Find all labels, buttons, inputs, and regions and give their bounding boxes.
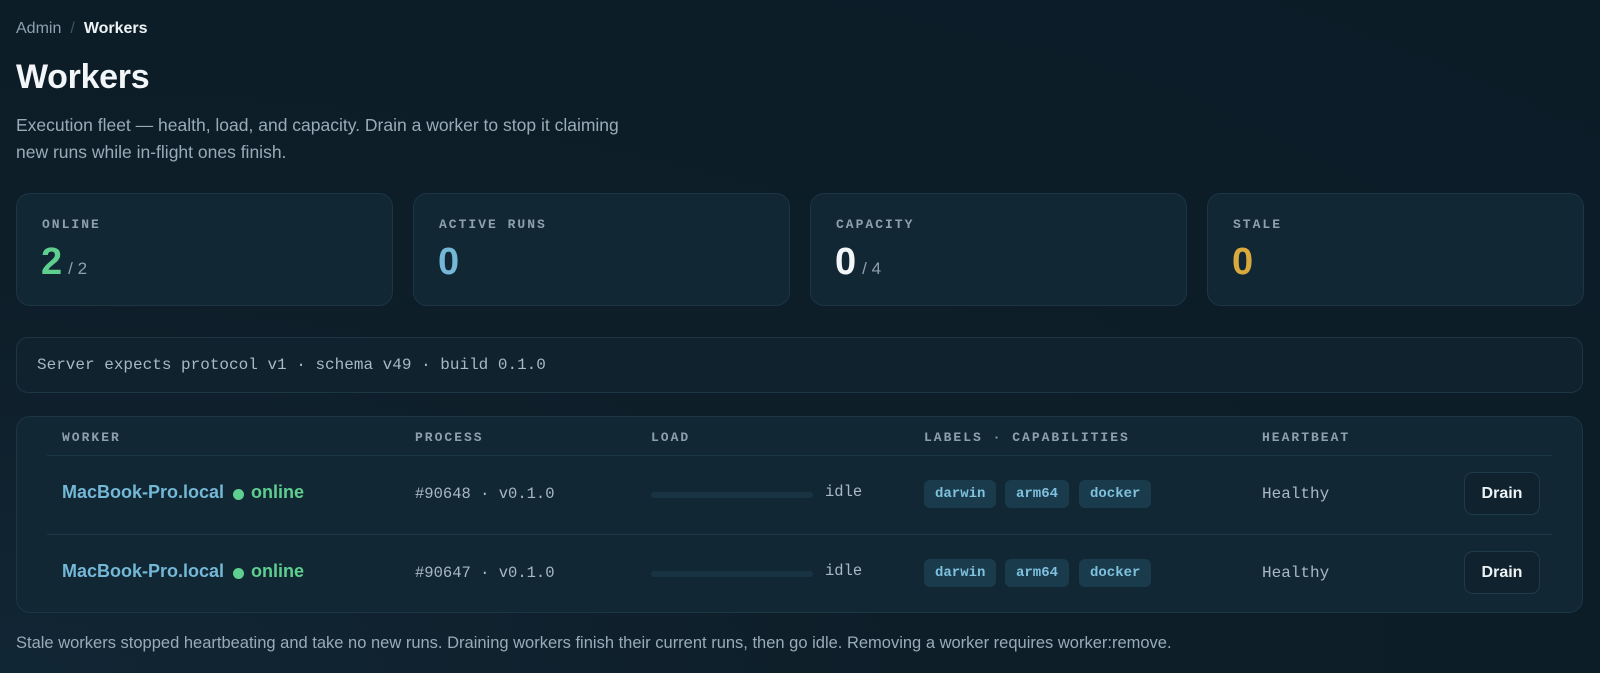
stat-card-online: ONLINE 2 / 2 (16, 193, 393, 306)
stat-value-number: 0 (1232, 241, 1254, 283)
status-online-dot-icon (233, 489, 244, 500)
capability-tag: arm64 (1005, 480, 1070, 508)
stat-label: STALE (1233, 217, 1283, 232)
stat-value-number: 0 (438, 241, 460, 283)
column-header-worker: WORKER (62, 430, 121, 445)
breadcrumb-separator: / (70, 20, 75, 37)
stat-card-active-runs: ACTIVE RUNS 0 (413, 193, 790, 306)
workers-table: WORKER PROCESS LOAD LABELS · CAPABILITIE… (16, 416, 1583, 613)
stat-label: ACTIVE RUNS (439, 217, 547, 232)
drain-button[interactable]: Drain (1464, 472, 1540, 515)
table-row: MacBook-Pro.local online #90647 · v0.1.0… (17, 535, 1582, 613)
drain-button[interactable]: Drain (1464, 551, 1540, 594)
page-subtitle: Execution fleet — health, load, and capa… (16, 115, 619, 162)
column-header-labels: LABELS · CAPABILITIES (924, 430, 1130, 445)
load-text: idle (825, 562, 863, 580)
capability-tag: darwin (924, 559, 997, 587)
capability-tag: darwin (924, 480, 997, 508)
process-info: #90648 · v0.1.0 (415, 485, 555, 503)
load-bar (651, 492, 813, 498)
stat-value: 0 (438, 242, 459, 282)
footer-note: Stale workers stopped heartbeating and t… (16, 634, 1172, 652)
load-bar (651, 571, 813, 577)
server-protocol-info: Server expects protocol v1 · schema v49 … (16, 337, 1583, 393)
stat-value: 0 / 4 (835, 242, 881, 289)
column-header-load: LOAD (651, 430, 691, 445)
status-badge: online (251, 482, 304, 502)
breadcrumb-admin-link[interactable]: Admin (16, 20, 61, 38)
stat-value-number: 2 (41, 241, 63, 283)
stat-value: 0 (1232, 242, 1253, 282)
stat-card-capacity: CAPACITY 0 / 4 (810, 193, 1187, 306)
status-online-dot-icon (233, 568, 244, 579)
capability-tag: arm64 (1005, 559, 1070, 587)
stat-value-total: / 2 (68, 259, 88, 278)
process-info: #90647 · v0.1.0 (415, 564, 555, 582)
capability-tag: docker (1079, 559, 1152, 587)
stat-label: CAPACITY (836, 217, 915, 232)
worker-name-link[interactable]: MacBook-Pro.local (62, 561, 224, 582)
load-text: idle (825, 483, 863, 501)
heartbeat-status: Healthy (1262, 564, 1330, 582)
breadcrumb-current: Workers (83, 20, 148, 37)
column-header-heartbeat: HEARTBEAT (1262, 430, 1351, 445)
worker-name-link[interactable]: MacBook-Pro.local (62, 482, 224, 503)
stat-value-number: 0 (835, 241, 857, 283)
stat-value: 2 / 2 (41, 242, 87, 289)
stat-card-stale: STALE 0 (1207, 193, 1584, 306)
page-title: Workers (16, 58, 150, 96)
heartbeat-status: Healthy (1262, 485, 1330, 503)
table-row: MacBook-Pro.local online #90648 · v0.1.0… (17, 456, 1582, 534)
breadcrumb: Admin / Workers (16, 20, 148, 38)
column-header-process: PROCESS (415, 430, 484, 445)
status-badge: online (251, 561, 304, 581)
stat-label: ONLINE (42, 217, 101, 232)
stat-value-total: / 4 (862, 259, 882, 278)
capability-tag: docker (1079, 480, 1152, 508)
